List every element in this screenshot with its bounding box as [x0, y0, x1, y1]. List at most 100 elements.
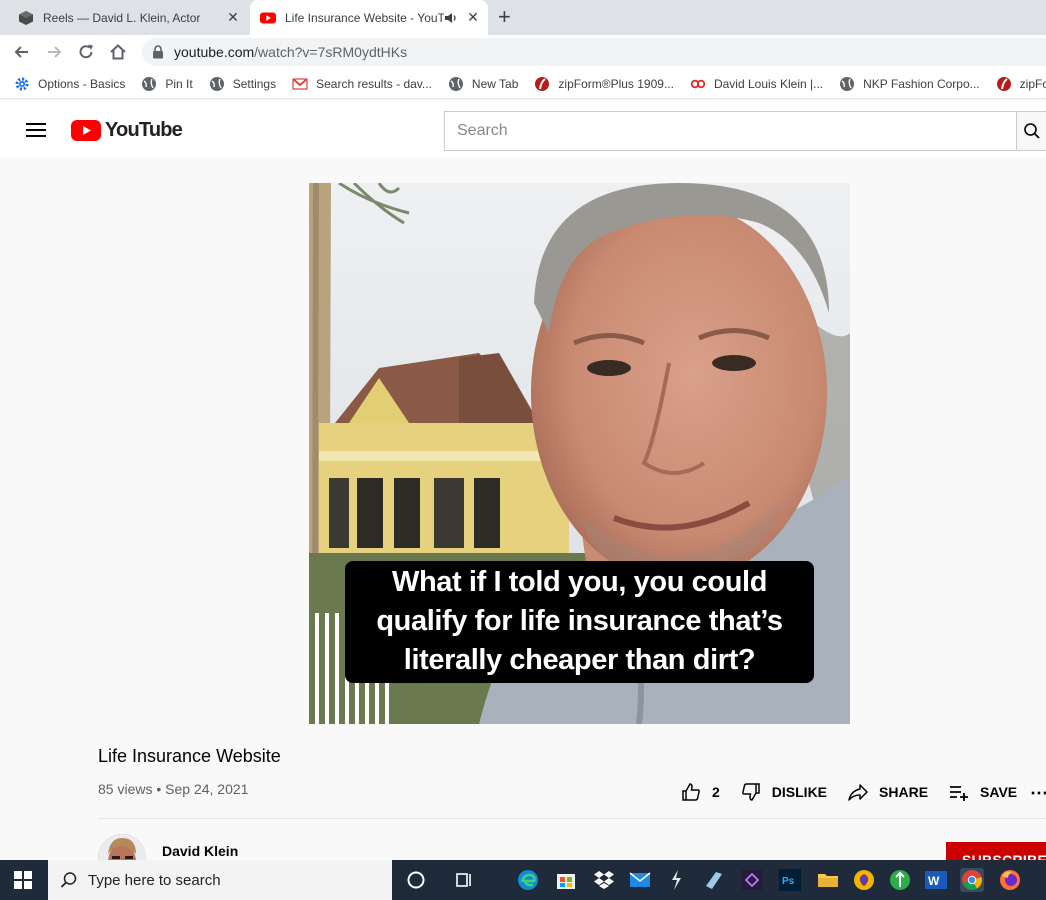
bookmark-options-basics[interactable]: Options - Basics — [14, 76, 125, 92]
edge-icon[interactable] — [516, 868, 540, 892]
taskbar-search-box[interactable]: Type here to search — [48, 860, 392, 900]
cube-icon — [19, 10, 33, 25]
firefox-icon[interactable] — [998, 868, 1022, 892]
url-path: /watch?v=7sRM0ydtHKs — [254, 44, 408, 60]
thumbs-up-icon — [682, 783, 700, 801]
file-explorer-icon[interactable] — [816, 868, 840, 892]
bookmark-settings[interactable]: Settings — [209, 76, 276, 92]
caption-line: What if I told you, you could — [391, 566, 768, 598]
back-arrow-icon[interactable] — [12, 42, 32, 62]
globe-icon — [209, 76, 224, 91]
menu-icon[interactable] — [26, 122, 46, 138]
save-button[interactable]: SAVE — [948, 781, 1017, 803]
video-caption: What if I told you, you could qualify fo… — [345, 561, 814, 683]
youtube-play-logo-icon — [71, 120, 101, 141]
globe-icon — [448, 76, 463, 91]
more-actions-icon[interactable]: ⋯ — [1030, 783, 1046, 804]
video-actions: 2 DISLIKE SHARE SAVE — [680, 780, 1037, 804]
youtube-wordmark: YouTube — [105, 119, 183, 141]
bookmark-label: zipForm — [1019, 76, 1046, 91]
app-icon[interactable] — [664, 868, 688, 892]
bookmarks-bar: Options - Basics Pin It Settings Search … — [0, 69, 1046, 99]
caption-line: literally cheaper than dirt? — [403, 644, 756, 676]
youtube-logo[interactable]: YouTube — [71, 119, 183, 142]
lock-icon[interactable] — [152, 45, 164, 59]
browser-toolbar: youtube.com/watch?v=7sRM0ydtHKs — [0, 35, 1046, 69]
video-views-date: 85 views • Sep 24, 2021 — [98, 781, 249, 797]
bookmark-new-tab[interactable]: New Tab — [448, 76, 518, 92]
tab-title: Life Insurance Website - YouTube — [285, 10, 444, 25]
zipform-icon — [535, 76, 550, 91]
bookmark-zipform[interactable]: zipForm — [996, 76, 1046, 92]
bookmark-label: New Tab — [471, 76, 519, 91]
address-bar[interactable]: youtube.com/watch?v=7sRM0ydtHKs — [142, 38, 1046, 66]
home-icon[interactable] — [108, 42, 128, 62]
tab-youtube[interactable]: Life Insurance Website - YouTube ✕ — [250, 0, 488, 35]
app-icon[interactable] — [702, 868, 726, 892]
zipform-icon — [996, 76, 1011, 91]
bookmark-search-results[interactable]: Search results - dav... — [292, 76, 432, 92]
bookmark-pin-it[interactable]: Pin It — [141, 76, 193, 92]
bookmark-label: zipForm®Plus 1909... — [558, 76, 674, 91]
forward-arrow-icon[interactable] — [44, 42, 64, 62]
share-button[interactable]: SHARE — [847, 781, 928, 803]
url-host: youtube.com — [174, 44, 255, 60]
app-icon[interactable] — [888, 868, 912, 892]
divider — [98, 818, 1046, 819]
search-button[interactable] — [1016, 111, 1046, 151]
youtube-masthead: YouTube Search — [0, 100, 1046, 158]
like-button[interactable]: 2 — [680, 781, 720, 803]
video-player[interactable]: What if I told you, you could qualify fo… — [309, 183, 850, 724]
speaker-icon[interactable] — [444, 11, 458, 25]
gear-icon — [15, 77, 29, 90]
bookmark-label: Options - Basics — [38, 76, 126, 91]
search-input[interactable]: Search — [444, 111, 1017, 151]
store-icon[interactable] — [554, 868, 578, 892]
like-count: 2 — [712, 784, 720, 800]
video-title: Life Insurance Website — [98, 746, 281, 766]
youtube-favicon — [260, 12, 276, 23]
svg-text:Ps: Ps — [782, 876, 795, 887]
bookmark-david-louis-klein[interactable]: David Louis Klein |... — [690, 76, 823, 92]
thumbs-down-icon — [741, 783, 760, 801]
mail-icon[interactable] — [628, 868, 652, 892]
bookmark-label: Search results - dav... — [316, 76, 432, 91]
share-label: SHARE — [879, 784, 929, 800]
svg-text:W: W — [928, 874, 940, 888]
vpn-icon[interactable] — [852, 868, 876, 892]
search-icon — [60, 872, 77, 888]
bookmark-zipform-plus[interactable]: zipForm®Plus 1909... — [534, 76, 674, 92]
bookmark-nkp-fashion[interactable]: NKP Fashion Corpo... — [839, 76, 980, 92]
reload-icon[interactable] — [76, 42, 96, 62]
dropbox-icon[interactable] — [592, 868, 616, 892]
word-icon[interactable]: W — [924, 868, 948, 892]
cortana-icon[interactable] — [404, 868, 428, 892]
photoshop-icon[interactable]: Ps — [778, 868, 802, 892]
gmail-icon — [292, 77, 308, 89]
task-view-icon[interactable] — [452, 868, 476, 892]
close-tab-icon[interactable]: ✕ — [462, 9, 484, 26]
caption-line: qualify for life insurance that’s — [376, 605, 783, 637]
playlist-add-icon — [950, 786, 969, 801]
channel-name[interactable]: David Klein — [162, 843, 238, 859]
new-tab-button[interactable]: + — [498, 6, 511, 28]
bookmark-label: Settings — [232, 76, 277, 91]
globe-icon — [840, 76, 855, 91]
tab-reels[interactable]: Reels — David L. Klein, Actor ✕ — [0, 0, 248, 35]
windows-start-icon[interactable] — [14, 871, 32, 889]
globe-icon — [142, 76, 157, 91]
share-icon — [848, 784, 868, 801]
chrome-icon[interactable] — [960, 868, 984, 892]
taskbar-search-placeholder: Type here to search — [88, 871, 221, 889]
dislike-button[interactable]: DISLIKE — [740, 781, 827, 803]
windows-taskbar: Type here to search Ps W — [0, 860, 1046, 900]
bookmark-label: NKP Fashion Corpo... — [863, 76, 980, 91]
close-tab-icon[interactable]: ✕ — [222, 9, 244, 26]
browser-tab-strip: Reels — David L. Klein, Actor ✕ Life Ins… — [0, 0, 1046, 35]
dislike-label: DISLIKE — [771, 784, 828, 800]
link-icon — [690, 79, 706, 88]
tab-title: Reels — David L. Klein, Actor — [43, 10, 201, 25]
save-label: SAVE — [980, 784, 1018, 800]
bookmark-label: David Louis Klein |... — [713, 76, 824, 91]
visual-studio-icon[interactable] — [740, 868, 764, 892]
